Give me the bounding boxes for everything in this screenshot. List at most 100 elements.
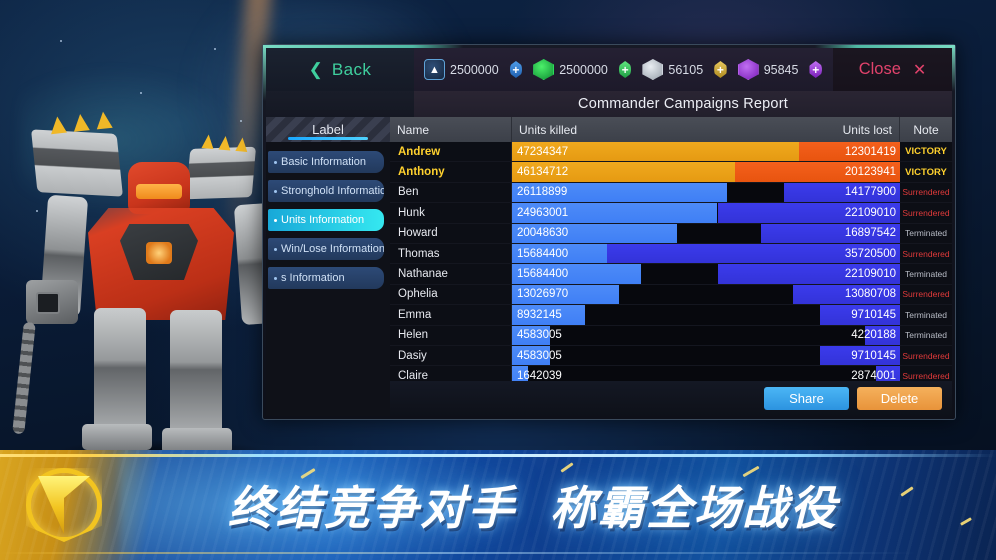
- sidebar-item-stronghold-information[interactable]: Stronghold Information: [268, 180, 384, 202]
- bar-units-killed: 8932145: [512, 305, 586, 325]
- status-badge: Terminated: [904, 330, 948, 341]
- cell-units-bars: 20048630 16897542: [512, 223, 900, 243]
- robot-leg-left: [94, 308, 146, 438]
- bar-units-lost: 2874001: [851, 366, 900, 381]
- table-row[interactable]: Claire 1642039 2874001 Surrendered: [390, 366, 952, 381]
- close-x-icon: ✕: [912, 61, 927, 79]
- bar-units-lost: 35720500: [606, 243, 900, 264]
- delete-button[interactable]: Delete: [857, 387, 942, 410]
- cell-units-bars: 24963001 22109010: [512, 203, 900, 223]
- cell-units-bars: 26118899 14177900: [512, 182, 900, 203]
- table-row[interactable]: Helen 4583005 4220188 Terminated: [390, 325, 952, 346]
- dialog-title-bar: Commander Campaigns Report: [414, 91, 952, 117]
- bar-units-lost: 14177900: [783, 182, 900, 203]
- status-badge: Surrendered: [902, 370, 950, 381]
- cell-note: VICTORY: [900, 162, 952, 182]
- robot-visor: [136, 184, 182, 199]
- star: [214, 48, 216, 50]
- star: [140, 92, 142, 94]
- cell-note: Terminated: [900, 264, 952, 284]
- campaigns-report-dialog: ❮ Back ▲ 2500000 + 2500000 + 56105 + 958…: [262, 44, 956, 420]
- cell-units-bars: 15684400 22109010: [512, 264, 900, 284]
- value-units-killed: 20048630: [517, 227, 569, 240]
- cell-units-bars: 1642039 2874001: [512, 366, 900, 381]
- bar-units-lost: 9710145: [820, 345, 900, 366]
- value-units-killed: 4583005: [517, 329, 562, 342]
- robot-foot-left: [82, 424, 152, 450]
- bar-units-killed: 26118899: [512, 182, 727, 203]
- star: [60, 40, 62, 42]
- column-header-units: Units killed Units lost: [512, 117, 900, 142]
- table-row[interactable]: Dasiy 4583005 9710145 Surrendered: [390, 345, 952, 367]
- status-badge: Surrendered: [902, 207, 950, 218]
- sidebar-list: Basic Information Stronghold Information…: [266, 142, 390, 289]
- cell-note: Terminated: [900, 223, 952, 243]
- table-body: Andrew 47234347 12301419 VICTORY Anthony 4613…: [390, 142, 952, 381]
- table-row[interactable]: Ben 26118899 14177900 Surrendered: [390, 182, 952, 204]
- resource-value-energy: 2500000: [450, 62, 499, 77]
- bullet-icon: [274, 189, 277, 193]
- dialog-footer: Share Delete: [390, 381, 952, 416]
- table-row[interactable]: Ophelia 13026970 13080708 Surrendered: [390, 284, 952, 306]
- energy-icon: ▲: [424, 59, 445, 80]
- bullet-icon: [274, 218, 277, 222]
- table-row[interactable]: Nathanae 15684400 22109010 Terminated: [390, 264, 952, 285]
- column-header-units-lost: Units lost: [842, 122, 892, 137]
- value-units-lost: 9710145: [851, 349, 896, 362]
- cell-name: Helen: [390, 325, 512, 345]
- robot-chest-core: [146, 242, 172, 264]
- sidebar-item-win-lose-information[interactable]: Win/Lose Information: [268, 238, 384, 260]
- sidebar-item-label: s Information: [281, 272, 345, 284]
- resource-value-ore: 56105: [668, 62, 704, 77]
- add-ore-button[interactable]: +: [714, 61, 727, 78]
- cell-units-bars: 46134712 20123941: [512, 162, 900, 182]
- close-button[interactable]: Close ✕: [833, 48, 952, 91]
- add-crystal-button[interactable]: +: [809, 61, 822, 78]
- bar-units-killed: 15684400: [512, 264, 641, 284]
- cell-note: Surrendered: [900, 243, 952, 264]
- sidebar-header-underline: [288, 137, 368, 140]
- back-button[interactable]: ❮ Back: [266, 48, 414, 91]
- table-row[interactable]: Howard 20048630 16897542 Terminated: [390, 223, 952, 244]
- cell-note: Surrendered: [900, 203, 952, 223]
- bar-units-killed: 13026970: [512, 284, 619, 305]
- bar-units-killed: 4583005: [512, 325, 562, 345]
- bullet-icon: [274, 276, 277, 280]
- column-header-note: Note: [913, 122, 939, 137]
- sidebar-item-label: Win/Lose Information: [281, 243, 384, 255]
- robot-spikes-left: [49, 110, 113, 135]
- value-units-lost: 4220188: [851, 329, 896, 342]
- status-badge: Surrendered: [902, 248, 950, 259]
- sidebar-item-label: Units Information: [281, 214, 365, 226]
- sidebar-item-basic-information[interactable]: Basic Information: [268, 151, 384, 173]
- table-row[interactable]: Anthony 46134712 20123941 VICTORY: [390, 162, 952, 183]
- value-units-lost: 2874001: [851, 369, 896, 381]
- campaigns-table: Name Units killed Units lost Note Andrew…: [390, 117, 952, 416]
- cell-name: Howard: [390, 223, 512, 243]
- value-units-killed: 47234347: [517, 145, 569, 158]
- game-screen: ❮ Back ▲ 2500000 + 2500000 + 56105 + 958…: [0, 0, 996, 560]
- status-badge: Terminated: [904, 309, 948, 320]
- value-units-killed: 24963001: [517, 206, 569, 219]
- dialog-body: Label Basic Information Stronghold Infor…: [266, 117, 952, 416]
- add-gem-button[interactable]: +: [618, 61, 632, 78]
- table-row[interactable]: Andrew 47234347 12301419 VICTORY: [390, 142, 952, 163]
- cell-units-bars: 4583005 4220188: [512, 325, 900, 345]
- value-units-killed: 15684400: [517, 268, 569, 281]
- resource-bar: ▲ 2500000 + 2500000 + 56105 + 95845 +: [414, 48, 833, 91]
- add-energy-button[interactable]: +: [509, 61, 523, 78]
- value-units-lost: 16897542: [844, 227, 896, 240]
- sidebar-item-units-information[interactable]: Units Information: [268, 209, 384, 231]
- share-button[interactable]: Share: [764, 387, 849, 410]
- cell-name: Thomas: [390, 243, 512, 264]
- bullet-icon: [274, 247, 277, 251]
- bar-units-lost: 9710145: [820, 305, 900, 325]
- cell-units-bars: 47234347 12301419: [512, 142, 900, 162]
- resource-value-gem: 2500000: [559, 62, 608, 77]
- sidebar-item-other-information[interactable]: s Information: [268, 267, 384, 289]
- table-row[interactable]: Emma 8932145 9710145 Terminated: [390, 305, 952, 326]
- bar-units-lost: 4220188: [851, 325, 900, 345]
- table-row[interactable]: Thomas 15684400 35720500 Surrendered: [390, 243, 952, 265]
- table-row[interactable]: Hunk 24963001 22109010 Surrendered: [390, 203, 952, 224]
- resource-item-gem: 2500000: [529, 59, 612, 80]
